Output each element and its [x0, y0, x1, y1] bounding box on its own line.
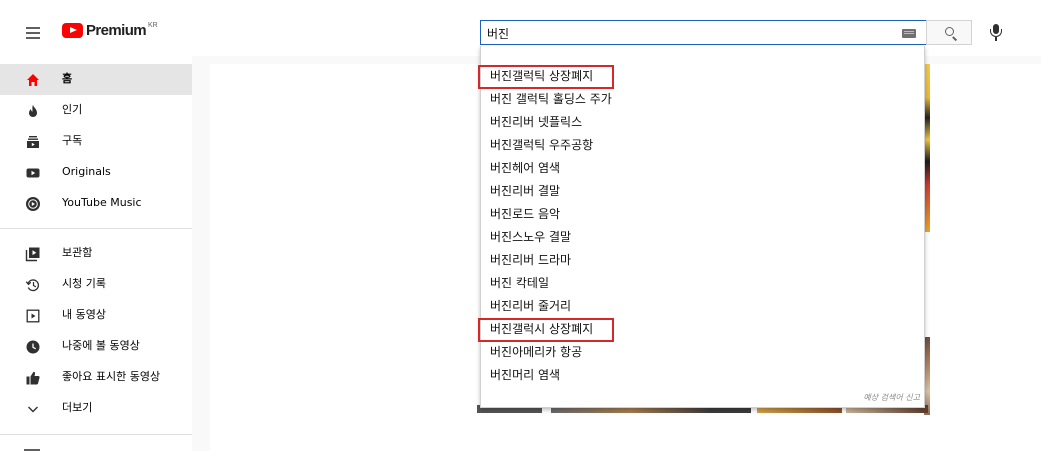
suggestion-item[interactable]: 버진아메리카 항공	[481, 341, 926, 364]
suggestion-item[interactable]: 버진리버 줄거리	[481, 295, 926, 318]
sidebar-item-label: 인기	[62, 103, 83, 116]
suggestion-text: 버진리버 결말	[490, 184, 561, 198]
sidebar-item-trending[interactable]: 인기	[0, 95, 192, 126]
sidebar-item-your-videos[interactable]: 내 동영상	[0, 300, 192, 331]
sidebar-item-subscriptions[interactable]: 구독	[0, 126, 192, 157]
suggestion-text: 버진로드 음악	[490, 207, 561, 221]
suggestion-text: 버진리버 넷플릭스	[490, 115, 583, 129]
suggestion-text: 버진리버 드라마	[490, 253, 572, 267]
suggestion-item[interactable]: 버진리버 넷플릭스	[481, 111, 926, 134]
sidebar-divider	[0, 228, 192, 229]
search-suggestions-dropdown: 버진갤럭틱 상장폐지 버진 갤럭틱 홀딩스 주가 버진리버 넷플릭스 버진갤럭틱…	[478, 46, 926, 408]
originals-icon	[26, 168, 40, 178]
highlight-box	[478, 65, 614, 89]
sidebar-item-label: 시청 기록	[62, 277, 106, 290]
suggestion-text: 버진갤럭틱 우주공항	[490, 138, 594, 152]
sidebar-item-label: 보관함	[62, 246, 93, 259]
subscriptions-icon	[27, 136, 39, 148]
youtube-premium-logo[interactable]: Premium KR	[62, 21, 158, 45]
hamburger-menu-icon[interactable]	[22, 22, 46, 46]
youtube-play-icon	[62, 23, 83, 38]
sidebar-item-youtube-music[interactable]: YouTube Music	[0, 188, 192, 219]
suggestion-item[interactable]: 버진로드 음악	[481, 203, 926, 226]
report-predictions-link[interactable]: 예상 검색어 신고	[863, 392, 920, 403]
highlight-box	[478, 318, 614, 342]
sidebar-item-home[interactable]: 홈	[0, 64, 192, 95]
library-icon	[25, 247, 40, 262]
sidebar-item-label: 구독	[62, 134, 83, 147]
suggestion-text: 버진헤어 염색	[490, 161, 561, 175]
suggestion-text: 버진리버 줄거리	[490, 299, 572, 313]
sidebar-item-label: 더보기	[62, 401, 93, 414]
suggestion-item[interactable]: 버진헤어 염색	[481, 157, 926, 180]
suggestion-item[interactable]: 버진 칵테일	[481, 272, 926, 295]
suggestion-text: 버진스노우 결말	[490, 230, 572, 244]
logo-text: Premium	[86, 22, 147, 39]
sidebar-item-label: 좋아요 표시한 동영상	[62, 370, 161, 383]
sidebar-divider	[0, 434, 192, 435]
suggestion-item[interactable]: 버진스노우 결말	[481, 226, 926, 249]
sidebar: 홈 인기 구독 Originals YouTube Music 보관함 시청 기…	[0, 56, 192, 451]
suggestion-text: 버진머리 염색	[490, 368, 561, 382]
sidebar-item-label: 홈	[62, 72, 73, 85]
sidebar-item-history[interactable]: 시청 기록	[0, 269, 192, 300]
sidebar-item-watch-later[interactable]: 나중에 볼 동영상	[0, 331, 192, 362]
watch-later-icon	[26, 340, 40, 354]
suggestion-item[interactable]: 버진 갤럭틱 홀딩스 주가	[481, 88, 926, 111]
search-input[interactable]	[487, 24, 887, 42]
sidebar-item-show-more[interactable]: 더보기	[0, 393, 192, 424]
search-button[interactable]	[926, 20, 972, 45]
keyboard-icon[interactable]	[902, 29, 916, 38]
liked-videos-icon	[26, 371, 40, 385]
trending-icon	[29, 105, 37, 117]
search-box	[480, 20, 927, 45]
sidebar-item-library[interactable]: 보관함	[0, 238, 192, 269]
suggestion-item[interactable]: 버진머리 염색	[481, 364, 926, 387]
your-videos-icon	[26, 309, 40, 323]
sidebar-item-label: 나중에 볼 동영상	[62, 339, 140, 352]
youtube-music-icon	[26, 197, 40, 211]
suggestion-text: 버진 칵테일	[490, 276, 550, 290]
sidebar-item-originals[interactable]: Originals	[0, 157, 192, 188]
suggestion-text: 버진아메리카 항공	[490, 345, 583, 359]
history-icon	[25, 279, 40, 292]
sidebar-item-liked-videos[interactable]: 좋아요 표시한 동영상	[0, 362, 192, 393]
home-icon	[27, 74, 39, 86]
sidebar-item-label: Originals	[62, 165, 111, 178]
search-icon	[945, 27, 954, 36]
sidebar-item-label: 내 동영상	[62, 308, 106, 321]
chevron-down-icon	[28, 406, 38, 413]
voice-search-button[interactable]	[986, 22, 1006, 44]
logo-region: KR	[148, 22, 158, 29]
sidebar-item-label: YouTube Music	[62, 196, 142, 209]
suggestion-item[interactable]: 버진리버 결말	[481, 180, 926, 203]
suggestion-item[interactable]: 버진리버 드라마	[481, 249, 926, 272]
suggestion-text: 버진 갤럭틱 홀딩스 주가	[490, 92, 612, 106]
suggestion-item[interactable]: 버진갤럭틱 우주공항	[481, 134, 926, 157]
